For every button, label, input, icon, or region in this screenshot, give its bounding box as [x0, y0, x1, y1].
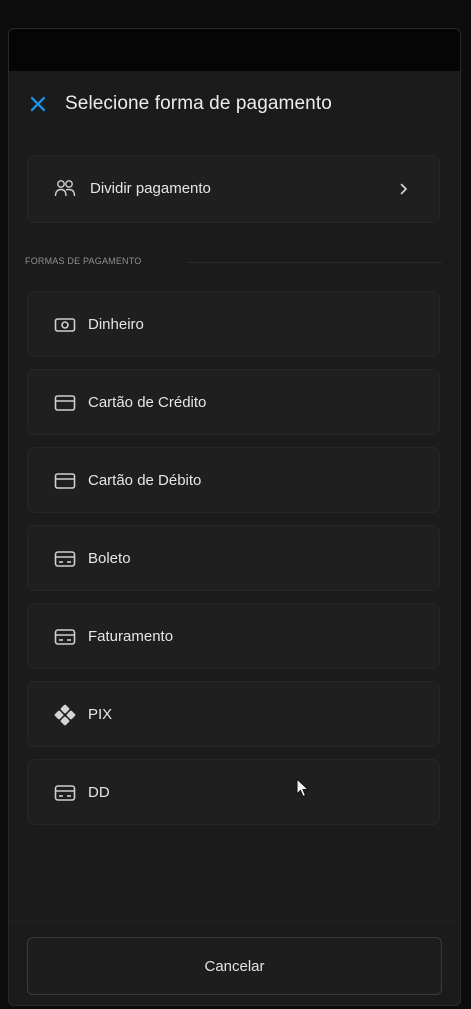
- payment-method-debit-card[interactable]: Cartão de Débito: [27, 447, 440, 513]
- dialog-title: Selecione forma de pagamento: [65, 93, 332, 114]
- debit-card-icon: [54, 470, 76, 492]
- top-bar: [9, 29, 460, 71]
- payment-method-label: Cartão de Débito: [88, 472, 202, 489]
- payment-method-label: PIX: [88, 706, 113, 723]
- cancel-button[interactable]: Cancelar: [27, 937, 442, 995]
- dialog-header: Selecione forma de pagamento: [9, 89, 460, 119]
- chevron-right-icon: [397, 180, 411, 198]
- payment-method-dialog: Selecione forma de pagamento Dividir pag…: [8, 28, 461, 1006]
- pix-icon: [54, 704, 76, 726]
- payment-method-dinheiro[interactable]: Dinheiro: [27, 291, 440, 357]
- section-title: FORMAS DE PAGAMENTO: [25, 256, 142, 266]
- payment-method-label: Dinheiro: [88, 316, 144, 333]
- card-icon: [54, 782, 76, 804]
- cash-icon: [54, 314, 76, 336]
- payment-method-label: Cartão de Crédito: [88, 394, 207, 411]
- credit-card-icon: [54, 392, 76, 414]
- payment-method-credit-card[interactable]: Cartão de Crédito: [27, 369, 440, 435]
- footer-divider: [9, 921, 460, 922]
- split-payment-button[interactable]: Dividir pagamento: [27, 155, 440, 223]
- mouse-cursor-icon: [296, 778, 310, 798]
- payment-method-pix[interactable]: PIX: [27, 681, 440, 747]
- payment-method-label: Faturamento: [88, 628, 174, 645]
- split-payment-label: Dividir pagamento: [90, 180, 211, 197]
- payment-methods-section-header: FORMAS DE PAGAMENTO: [9, 255, 460, 269]
- payment-method-faturamento[interactable]: Faturamento: [27, 603, 440, 669]
- close-icon: [30, 96, 46, 112]
- users-icon: [54, 178, 76, 200]
- section-divider: [187, 262, 442, 263]
- payment-method-boleto[interactable]: Boleto: [27, 525, 440, 591]
- payment-method-label: Boleto: [88, 550, 131, 567]
- invoice-icon: [54, 626, 76, 648]
- boleto-icon: [54, 548, 76, 570]
- cancel-label: Cancelar: [204, 957, 265, 975]
- payment-method-dd[interactable]: DD: [27, 759, 440, 825]
- payment-method-label: DD: [88, 784, 110, 801]
- close-button[interactable]: [25, 91, 51, 117]
